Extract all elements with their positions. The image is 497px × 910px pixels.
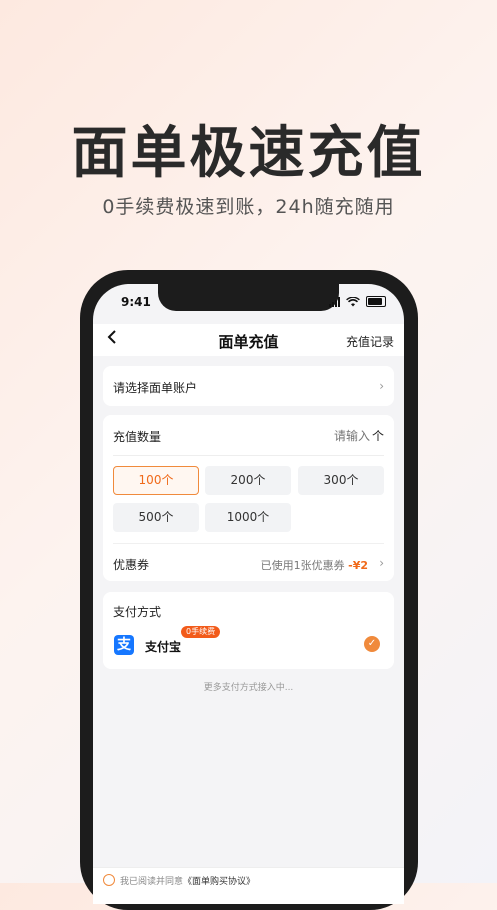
chevron-right-icon[interactable]: › [379, 556, 384, 570]
phone-notch [158, 284, 339, 311]
coupon-amount: -¥2 [348, 559, 368, 572]
signal-icon [329, 296, 340, 307]
status-time: 9:41 [121, 295, 151, 309]
coupon-used-text: 已使用1张优惠券 [260, 559, 345, 572]
coupon-label: 优惠券 [113, 558, 150, 572]
quantity-label: 充值数量 [113, 430, 162, 444]
quantity-card: 充值数量 个 100个 200个 300个 500个 1000个 优惠券 已使用… [103, 415, 394, 581]
wifi-icon [346, 296, 360, 306]
quantity-option-100[interactable]: 100个 [113, 466, 199, 495]
account-label: 请选择面单账户 [113, 381, 198, 395]
quantity-option-1000[interactable]: 1000个 [205, 503, 291, 532]
agreement-prefix: 我已阅读并同意 [120, 877, 184, 887]
check-icon[interactable]: ✓ [364, 636, 380, 652]
alipay-icon: 支 [114, 635, 134, 655]
recharge-records-link[interactable]: 充值记录 [346, 333, 394, 350]
hero-title: 面单极速充值 [71, 121, 426, 186]
nav-bar: 面单充值 充值记录 [93, 324, 404, 356]
payment-label: 支付方式 [113, 605, 162, 619]
agreement-link[interactable]: 《面单购买协议》 [183, 877, 255, 887]
agreement-text: 我已阅读并同意《面单购买协议》 [120, 874, 255, 887]
hero-subtitle: 0手续费极速到账，24h随充随用 [102, 196, 395, 218]
payment-card: 支付方式 支 支付宝 0手续费 ✓ [103, 592, 394, 669]
quantity-option-300[interactable]: 300个 [298, 466, 384, 495]
status-icons [329, 296, 386, 307]
divider [113, 455, 384, 456]
chevron-right-icon: › [379, 379, 384, 393]
zero-fee-badge: 0手续费 [181, 626, 221, 638]
quantity-option-500[interactable]: 500个 [113, 503, 199, 532]
account-selector[interactable]: 请选择面单账户 › [103, 366, 394, 406]
quantity-option-200[interactable]: 200个 [205, 466, 291, 495]
quantity-unit: 个 [371, 429, 384, 443]
alipay-method-name[interactable]: 支付宝 [145, 638, 181, 655]
agreement-checkbox[interactable] [103, 874, 115, 886]
divider [113, 543, 384, 544]
agreement-bar: 我已阅读并同意《面单购买协议》 [93, 867, 404, 904]
phone-screen: 9:41 面单充值 充值记录 请选择面单账户 › 充值数量 个 100个 200… [93, 284, 404, 904]
quantity-input[interactable] [288, 428, 372, 444]
battery-icon [366, 296, 386, 307]
more-payment-methods-note: 更多支付方式接入中... [203, 683, 294, 693]
coupon-selector[interactable]: 已使用1张优惠券 -¥2 [261, 557, 368, 573]
